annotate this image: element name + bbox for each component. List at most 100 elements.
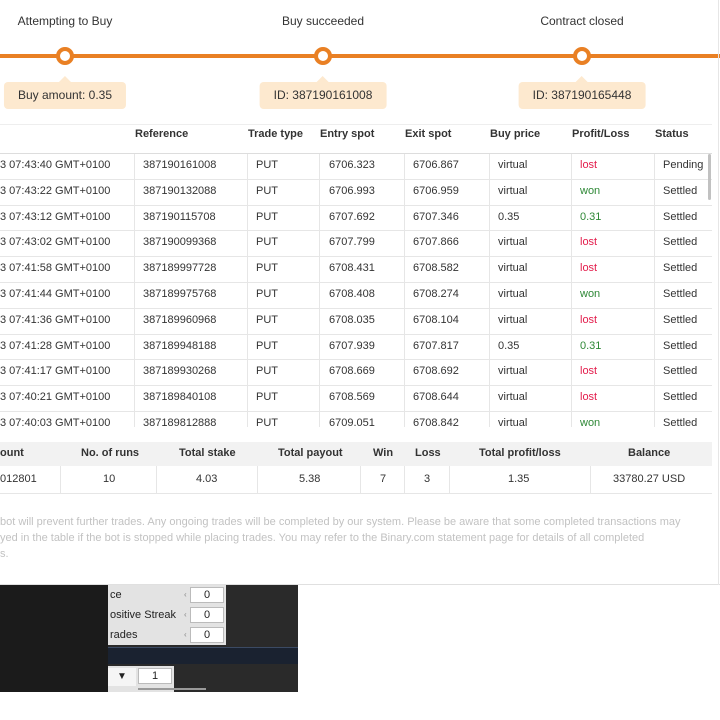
cell-entry-spot: 6708.431 <box>329 262 375 275</box>
cell-timestamp: 3 07:43:40 GMT+0100 <box>0 159 111 171</box>
cell-exit-spot: 6707.866 <box>413 236 459 249</box>
header-profit-loss[interactable]: Profit/Loss <box>572 128 629 140</box>
column-separator <box>404 386 405 412</box>
table-row[interactable]: 3 07:40:21 GMT+0100 387189840108 PUT 6708.5… <box>0 386 712 412</box>
column-separator <box>319 231 320 257</box>
summary-header-payout: Total payout <box>278 447 343 459</box>
notice-line: s. <box>0 548 9 560</box>
cell-reference: 387190132088 <box>143 184 217 197</box>
summary-header-win: Win <box>373 447 394 459</box>
table-row[interactable]: 3 07:41:44 GMT+0100 387189975768 PUT 6708.4… <box>0 282 712 309</box>
step-succeeded-bubble: ID: 387190161008 <box>259 76 387 109</box>
column-separator <box>247 360 248 386</box>
cell-timestamp: 3 07:43:12 GMT+0100 <box>0 210 111 223</box>
cell-reference: 387189948188 <box>143 339 217 352</box>
column-separator <box>571 231 572 257</box>
cell-exit-spot: 6708.692 <box>413 365 459 378</box>
cell-exit-spot: 6707.817 <box>413 339 459 352</box>
cell-timestamp: 3 07:41:28 GMT+0100 <box>0 339 111 352</box>
block-dropdown[interactable]: ▼ <box>108 668 136 686</box>
cell-exit-spot: 6708.274 <box>413 287 459 300</box>
purchase-progress-tracker: Attempting to Buy Buy amount: 0.35 Buy s… <box>0 0 720 118</box>
column-separator <box>134 334 135 360</box>
column-separator <box>654 231 655 257</box>
table-row[interactable]: 3 07:40:03 GMT+0100 387189812888 PUT 6709.0… <box>0 411 712 427</box>
summary-win: 7 <box>380 473 387 485</box>
table-row[interactable]: 3 07:41:36 GMT+0100 387189960968 PUT 6708.0… <box>0 308 712 335</box>
column-separator <box>247 334 248 360</box>
table-row[interactable]: 3 07:43:40 GMT+0100 387190161008 PUT 6706.3… <box>0 154 712 180</box>
block-number-input[interactable]: 1 <box>138 668 172 684</box>
header-buy-price[interactable]: Buy price <box>490 128 540 140</box>
transactions-table-header: Reference Trade type Entry spot Exit spo… <box>0 124 712 154</box>
table-row[interactable]: 3 07:41:58 GMT+0100 387189997728 PUT 6708.4… <box>0 257 712 283</box>
column-separator <box>134 179 135 205</box>
step-succeeded-title: Buy succeeded <box>281 14 365 28</box>
cell-trade-type: PUT <box>256 184 278 197</box>
cell-reference: 387190161008 <box>143 159 217 171</box>
column-separator <box>404 205 405 231</box>
column-separator <box>134 282 135 308</box>
cell-profit-loss: lost <box>580 391 598 404</box>
header-reference[interactable]: Reference <box>135 128 188 140</box>
cell-buy-price: virtual <box>498 184 528 197</box>
cell-entry-spot: 6708.408 <box>329 287 375 300</box>
block-field-input[interactable]: 0 <box>190 607 224 623</box>
cell-reference: 387189840108 <box>143 391 217 404</box>
summary-header-stake: Total stake <box>179 447 236 459</box>
block-field-label: ce <box>110 589 122 601</box>
step-closed-bubble: ID: 387190165448 <box>518 76 646 109</box>
column-separator <box>404 334 405 360</box>
block-field-input[interactable]: 0 <box>190 587 224 603</box>
cell-profit-loss: lost <box>580 262 598 275</box>
cell-entry-spot: 6708.035 <box>329 313 375 326</box>
cell-buy-price: virtual <box>498 236 528 249</box>
cell-profit-loss: 0.31 <box>580 339 602 352</box>
cell-status: Settled <box>663 262 698 275</box>
column-separator <box>489 154 490 179</box>
column-separator <box>489 411 490 427</box>
cell-status: Settled <box>663 287 698 300</box>
cell-buy-price: virtual <box>498 391 528 404</box>
column-separator <box>319 308 320 334</box>
summary-stake: 4.03 <box>196 473 218 485</box>
column-separator <box>319 154 320 179</box>
cell-reference: 387189975768 <box>143 287 217 300</box>
table-row[interactable]: 3 07:43:12 GMT+0100 387190115708 PUT 6707.6… <box>0 205 712 232</box>
table-row[interactable]: 3 07:41:17 GMT+0100 387189930268 PUT 6708.6… <box>0 360 712 387</box>
header-trade-type[interactable]: Trade type <box>248 128 303 140</box>
summary-header-runs: No. of runs <box>81 447 140 459</box>
block-notch: ‹ <box>184 590 187 599</box>
header-exit-spot[interactable]: Exit spot <box>405 128 451 140</box>
cell-buy-price: virtual <box>498 416 528 427</box>
cell-entry-spot: 6708.669 <box>329 365 375 378</box>
block-field-input[interactable]: 0 <box>190 627 224 643</box>
summary-balance: 33780.27 USD <box>613 473 686 485</box>
column-separator <box>571 334 572 360</box>
summary-separator <box>360 466 361 494</box>
table-row[interactable]: 3 07:41:28 GMT+0100 387189948188 PUT 6707.9… <box>0 334 712 361</box>
cell-buy-price: 0.35 <box>498 339 520 352</box>
transactions-table-body[interactable]: 3 07:43:40 GMT+0100 387190161008 PUT 6706.3… <box>0 154 712 427</box>
column-separator <box>654 360 655 386</box>
column-separator <box>134 154 135 179</box>
table-scrollbar[interactable] <box>708 154 711 200</box>
cell-buy-price: virtual <box>498 365 528 378</box>
cell-buy-price: virtual <box>498 159 528 171</box>
cell-entry-spot: 6707.692 <box>329 210 375 223</box>
cell-profit-loss: lost <box>580 236 598 249</box>
header-status[interactable]: Status <box>655 128 689 140</box>
column-separator <box>654 411 655 427</box>
cell-exit-spot: 6708.582 <box>413 262 459 275</box>
column-separator <box>319 411 320 427</box>
cell-profit-loss: won <box>580 184 601 197</box>
step-attempting-bubble: Buy amount: 0.35 <box>3 76 127 109</box>
cell-profit-loss: lost <box>580 365 598 378</box>
cell-profit-loss: lost <box>580 159 598 171</box>
table-row[interactable]: 3 07:43:02 GMT+0100 387190099368 PUT 6707.7… <box>0 231 712 258</box>
column-separator <box>319 282 320 308</box>
table-row[interactable]: 3 07:43:22 GMT+0100 387190132088 PUT 6706.9… <box>0 179 712 206</box>
header-entry-spot[interactable]: Entry spot <box>320 128 374 140</box>
step-attempting-title: Attempting to Buy <box>17 14 113 28</box>
cell-exit-spot: 6706.959 <box>413 184 459 197</box>
